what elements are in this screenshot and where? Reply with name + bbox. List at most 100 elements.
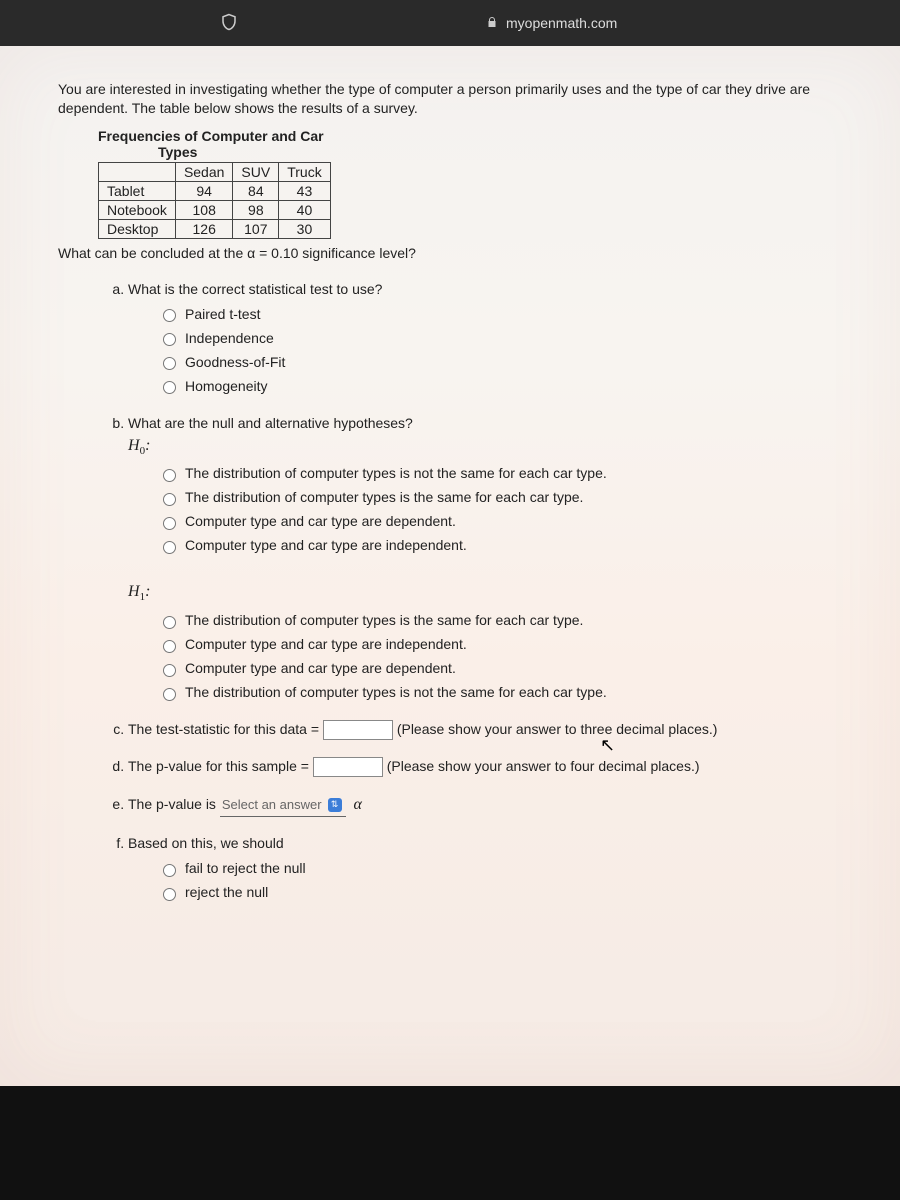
caption-line-1: Frequencies of Computer and Car bbox=[98, 128, 324, 144]
question-c-hint: (Please show your answer to three decima… bbox=[397, 721, 718, 737]
question-a: What is the correct statistical test to … bbox=[128, 279, 848, 397]
radio-input[interactable] bbox=[163, 864, 176, 877]
option-label: Goodness-of-Fit bbox=[185, 352, 285, 373]
table-cell: 108 bbox=[175, 200, 232, 219]
option-label: The distribution of computer types is th… bbox=[185, 610, 583, 631]
radio-option[interactable]: Goodness-of-Fit bbox=[158, 352, 848, 373]
col-header: Sedan bbox=[175, 162, 232, 181]
option-label: The distribution of computer types is th… bbox=[185, 487, 583, 508]
option-label: Paired t-test bbox=[185, 304, 260, 325]
radio-input[interactable] bbox=[163, 333, 176, 346]
radio-input[interactable] bbox=[163, 493, 176, 506]
table-cell: 30 bbox=[279, 219, 330, 238]
question-d: The p-value for this sample = (Please sh… bbox=[128, 756, 848, 777]
table-row: Tablet 94 84 43 bbox=[99, 181, 331, 200]
radio-option[interactable]: The distribution of computer types is no… bbox=[158, 682, 848, 703]
question-b: What are the null and alternative hypoth… bbox=[128, 413, 848, 703]
question-f-prompt: Based on this, we should bbox=[128, 835, 284, 851]
lock-icon bbox=[246, 15, 498, 31]
table-cell: 40 bbox=[279, 200, 330, 219]
chevron-updown-icon: ⇅ bbox=[328, 798, 342, 812]
radio-option[interactable]: Computer type and car type are independe… bbox=[158, 535, 848, 556]
device-bezel bbox=[0, 1086, 900, 1200]
option-label: Homogeneity bbox=[185, 376, 268, 397]
test-statistic-input[interactable] bbox=[323, 720, 393, 740]
option-label: The distribution of computer types is no… bbox=[185, 463, 607, 484]
radio-option[interactable]: Homogeneity bbox=[158, 376, 848, 397]
radio-option[interactable]: Computer type and car type are dependent… bbox=[158, 511, 848, 532]
option-label: Computer type and car type are dependent… bbox=[185, 658, 456, 679]
alpha-symbol: α bbox=[353, 796, 361, 813]
h0-label: H0: bbox=[128, 437, 150, 454]
radio-input[interactable] bbox=[163, 309, 176, 322]
p-value-input[interactable] bbox=[313, 757, 383, 777]
frequency-table-block: Frequencies of Computer and Car Types Se… bbox=[98, 128, 848, 239]
table-cell: 98 bbox=[233, 200, 279, 219]
table-cell: 43 bbox=[279, 181, 330, 200]
radio-input[interactable] bbox=[163, 888, 176, 901]
radio-input[interactable] bbox=[163, 616, 176, 629]
row-header: Notebook bbox=[99, 200, 176, 219]
option-label: Computer type and car type are independe… bbox=[185, 535, 467, 556]
option-label: Computer type and car type are dependent… bbox=[185, 511, 456, 532]
radio-input[interactable] bbox=[163, 541, 176, 554]
option-label: The distribution of computer types is no… bbox=[185, 682, 607, 703]
h1-label: H1: bbox=[128, 583, 150, 600]
radio-option[interactable]: Paired t-test bbox=[158, 304, 848, 325]
h1-options: The distribution of computer types is th… bbox=[158, 610, 848, 703]
table-cell: 107 bbox=[233, 219, 279, 238]
radio-input[interactable] bbox=[163, 381, 176, 394]
radio-input[interactable] bbox=[163, 469, 176, 482]
table-cell: 84 bbox=[233, 181, 279, 200]
table-corner bbox=[99, 162, 176, 181]
option-label: reject the null bbox=[185, 882, 268, 903]
radio-input[interactable] bbox=[163, 517, 176, 530]
radio-option[interactable]: reject the null bbox=[158, 882, 848, 903]
question-e-prompt: The p-value is bbox=[128, 796, 216, 812]
radio-option[interactable]: The distribution of computer types is th… bbox=[158, 487, 848, 508]
table-row: Notebook 108 98 40 bbox=[99, 200, 331, 219]
row-header: Tablet bbox=[99, 181, 176, 200]
radio-option[interactable]: Computer type and car type are independe… bbox=[158, 634, 848, 655]
question-a-prompt: What is the correct statistical test to … bbox=[128, 281, 382, 297]
question-f-options: fail to reject the null reject the null bbox=[158, 858, 848, 903]
url-text: myopenmath.com bbox=[506, 15, 617, 31]
radio-option[interactable]: Computer type and car type are dependent… bbox=[158, 658, 848, 679]
caption-line-2: Types bbox=[158, 144, 197, 160]
radio-input[interactable] bbox=[163, 357, 176, 370]
row-header: Desktop bbox=[99, 219, 176, 238]
question-e: The p-value is Select an answer ⇅ α bbox=[128, 793, 848, 817]
radio-input[interactable] bbox=[163, 664, 176, 677]
radio-option[interactable]: Independence bbox=[158, 328, 848, 349]
radio-input[interactable] bbox=[163, 688, 176, 701]
table-caption: Frequencies of Computer and Car Types bbox=[98, 128, 848, 160]
question-d-hint: (Please show your answer to four decimal… bbox=[387, 758, 700, 774]
question-c: The test-statistic for this data = (Plea… bbox=[128, 719, 848, 740]
table-header-row: Sedan SUV Truck bbox=[99, 162, 331, 181]
intro-text: You are interested in investigating whet… bbox=[58, 80, 848, 118]
page-content: You are interested in investigating whet… bbox=[0, 46, 900, 1086]
address-bar[interactable]: myopenmath.com bbox=[20, 13, 880, 34]
radio-option[interactable]: The distribution of computer types is th… bbox=[158, 610, 848, 631]
question-b-prompt: What are the null and alternative hypoth… bbox=[128, 415, 413, 431]
select-placeholder: Select an answer bbox=[222, 795, 322, 815]
table-row: Desktop 126 107 30 bbox=[99, 219, 331, 238]
radio-option[interactable]: The distribution of computer types is no… bbox=[158, 463, 848, 484]
col-header: SUV bbox=[233, 162, 279, 181]
frequency-table: Sedan SUV Truck Tablet 94 84 43 Notebook… bbox=[98, 162, 331, 239]
option-label: Independence bbox=[185, 328, 274, 349]
question-list: What is the correct statistical test to … bbox=[58, 279, 848, 903]
significance-line: What can be concluded at the α = 0.10 si… bbox=[58, 245, 848, 261]
pvalue-compare-select[interactable]: Select an answer ⇅ bbox=[220, 795, 346, 817]
table-cell: 94 bbox=[175, 181, 232, 200]
option-label: fail to reject the null bbox=[185, 858, 306, 879]
table-cell: 126 bbox=[175, 219, 232, 238]
h0-options: The distribution of computer types is no… bbox=[158, 463, 848, 556]
question-c-prompt: The test-statistic for this data = bbox=[128, 721, 319, 737]
option-label: Computer type and car type are independe… bbox=[185, 634, 467, 655]
privacy-shield-icon bbox=[220, 13, 238, 34]
col-header: Truck bbox=[279, 162, 330, 181]
question-d-prompt: The p-value for this sample = bbox=[128, 758, 309, 774]
radio-input[interactable] bbox=[163, 640, 176, 653]
radio-option[interactable]: fail to reject the null bbox=[158, 858, 848, 879]
